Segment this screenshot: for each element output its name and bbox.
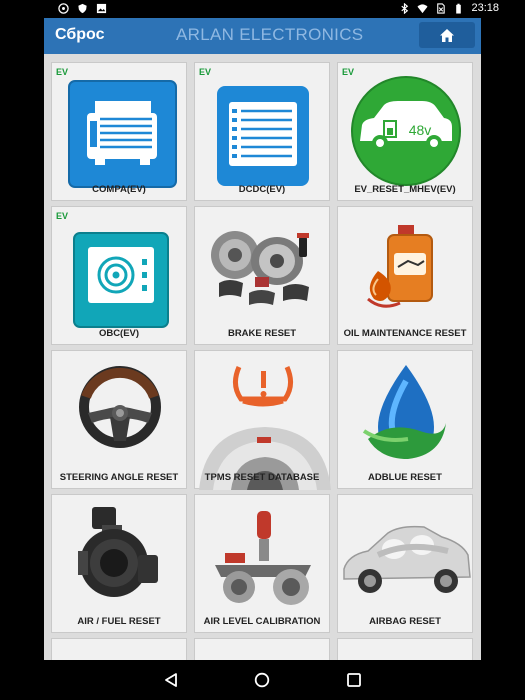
bluetooth-icon <box>401 2 409 14</box>
air-suspension-icon <box>215 511 311 605</box>
app-window: Сброс ARLAN ELECTRONICS EV COMPA(EV) EV … <box>44 18 481 660</box>
status-time: 23:18 <box>471 2 499 14</box>
battery-icon <box>456 3 462 14</box>
compressor-icon <box>68 80 177 188</box>
tile-tpms-reset-database[interactable]: TPMS RESET DATABASE <box>194 350 331 490</box>
tile-brake-reset[interactable]: BRAKE RESET <box>194 206 330 345</box>
tile-air-fuel-reset[interactable]: AIR / FUEL RESET <box>51 494 187 633</box>
page-title: Сброс <box>55 26 105 43</box>
steering-wheel-icon <box>79 366 161 448</box>
tile-airbag-reset[interactable]: AIRBAG RESET <box>337 494 473 633</box>
tile-label: BRAKE RESET <box>227 328 297 339</box>
tile-compa-ev[interactable]: EV COMPA(EV) <box>51 62 187 201</box>
tile-air-level-calibration[interactable]: AIR LEVEL CALIBRATION <box>194 494 330 633</box>
tile-steering-angle-reset[interactable]: STEERING ANGLE RESET <box>51 350 187 489</box>
tile-label: AIRBAG RESET <box>369 616 441 627</box>
tile-ev-reset-mhev[interactable]: EV 48v EV_RESET_MHEV(EV) <box>337 62 473 201</box>
tile-partial[interactable] <box>194 638 330 660</box>
airbag-car-icon <box>343 525 471 593</box>
adblue-drop-icon <box>362 365 446 459</box>
tile-partial[interactable] <box>51 638 187 660</box>
wifi-icon <box>417 3 429 13</box>
no-sim-icon <box>437 2 446 14</box>
tile-label: STEERING ANGLE RESET <box>59 472 179 483</box>
oil-can-icon <box>367 225 433 308</box>
mhev-car-battery-icon: 48v <box>351 76 461 186</box>
voltage-badge: 48v <box>409 122 432 138</box>
tile-label: EV_RESET_MHEV(EV) <box>354 184 456 195</box>
tpms-warning-icon <box>199 365 331 490</box>
tile-label: TPMS RESET DATABASE <box>204 472 320 483</box>
home-icon <box>440 28 454 42</box>
status-bar: 23:18 <box>0 0 525 18</box>
tile-dcdc-ev[interactable]: EV DCDC(EV) <box>194 62 330 201</box>
dcdc-converter-icon <box>217 86 309 186</box>
tile-label: COMPA(EV) <box>92 184 146 195</box>
title-bar: Сброс ARLAN ELECTRONICS <box>44 18 481 54</box>
back-icon[interactable] <box>163 672 179 688</box>
tile-label: OBC(EV) <box>98 328 140 339</box>
recents-icon[interactable] <box>346 672 362 688</box>
tile-label: AIR LEVEL CALIBRATION <box>203 616 321 627</box>
navigation-bar <box>0 660 525 700</box>
tile-label: DCDC(EV) <box>238 184 286 195</box>
home-nav-icon[interactable] <box>254 672 270 688</box>
tile-label: OIL MAINTENANCE RESET <box>343 328 467 339</box>
tile-partial[interactable] <box>337 638 473 660</box>
brand-name: ARLAN ELECTRONICS <box>176 25 364 44</box>
tile-obc-ev[interactable]: EV OBC(EV) <box>51 206 187 345</box>
onboard-charger-icon <box>73 232 169 328</box>
tile-adblue-reset[interactable]: ADBLUE RESET <box>337 350 473 489</box>
tile-label: AIR / FUEL RESET <box>77 616 161 627</box>
home-button[interactable] <box>419 22 475 48</box>
tile-oil-maintenance-reset[interactable]: OIL MAINTENANCE RESET <box>337 206 473 345</box>
android-debug-icon <box>58 3 69 14</box>
image-icon <box>96 3 107 14</box>
brake-parts-icon <box>211 231 309 305</box>
tile-label: ADBLUE RESET <box>368 472 442 483</box>
mass-air-flow-sensor-icon <box>78 507 158 597</box>
shield-icon <box>78 3 87 14</box>
